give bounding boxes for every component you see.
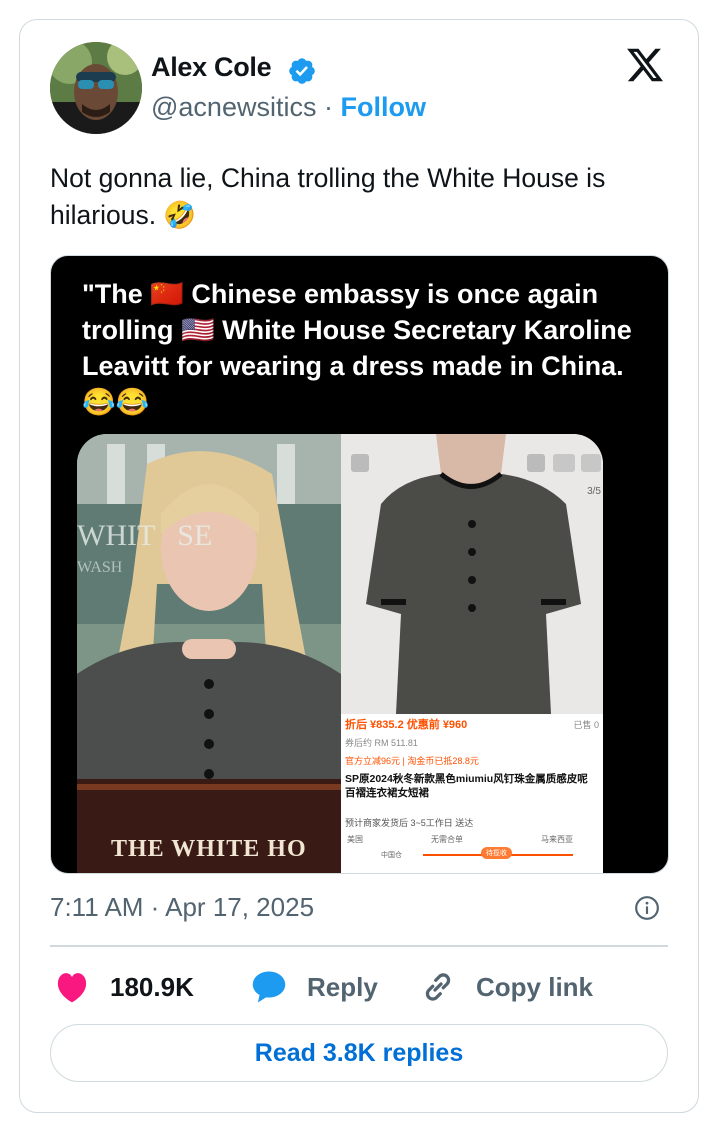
route-sub-b: 待揽收 — [481, 847, 512, 859]
reply-bubble-icon — [252, 971, 286, 1003]
follow-button[interactable]: Follow — [341, 92, 426, 122]
coupon-line: 券后约 RM 511.81 — [345, 738, 418, 748]
product-title: SP原2024秋冬新款黑色miumiu风钉珠金属质感皮呢百褶连衣裙女短裙 — [345, 773, 588, 799]
info-icon[interactable] — [634, 895, 660, 921]
author-name[interactable]: Alex Cole — [151, 52, 272, 83]
copy-link-action[interactable]: Copy link — [420, 967, 593, 1007]
sign-text-mid: WASH — [77, 559, 123, 576]
x-logo-icon[interactable] — [624, 45, 666, 85]
page-counter: 3/5 — [587, 486, 601, 497]
copy-link-label: Copy link — [476, 971, 594, 1002]
heart-icon — [57, 973, 87, 1003]
discount-line: 官方立减96元 | 淘金币已抵28.8元 — [345, 756, 479, 766]
link-icon — [425, 973, 451, 1001]
read-replies-button[interactable]: Read 3.8K replies — [50, 1024, 668, 1082]
route-origin: 美国 — [347, 835, 363, 844]
shipping-line: 预计商家发货后 3~5工作日 送达 — [345, 818, 474, 828]
like-action[interactable]: 180.9K — [54, 967, 194, 1007]
press-briefing-photo: WHIT SE WASH THE WHITE HO — [77, 434, 341, 873]
verified-badge-icon — [289, 58, 315, 84]
product-screenshot: 3/5 折后 ¥835.2 优惠前 ¥960 已售 0 券后约 RM 511.8… — [341, 434, 603, 873]
podium-text: THE WHITE HO — [111, 836, 307, 862]
author-handle[interactable]: @acnewsitics — [151, 92, 316, 122]
route-destination: 马来西亚 — [541, 835, 573, 844]
price-line: 折后 ¥835.2 优惠前 ¥960 — [345, 719, 468, 731]
route-middle: 无需合单 — [431, 835, 463, 844]
tweet-text: Not gonna lie, China trolling the White … — [50, 163, 606, 230]
like-count: 180.9K — [110, 971, 194, 1002]
tweet-media[interactable]: "The 🇨🇳 Chinese embassy is once again tr… — [50, 255, 669, 874]
author-handle-line: @acnewsitics · Follow — [151, 92, 426, 123]
sign-text-top: WHIT SE — [77, 519, 213, 552]
reply-label: Reply — [307, 971, 378, 1002]
reply-action[interactable]: Reply — [251, 967, 378, 1007]
route-sub-a: 中国仓 — [381, 852, 402, 859]
avatar[interactable] — [50, 42, 142, 134]
media-caption: "The 🇨🇳 Chinese embassy is once again tr… — [82, 279, 632, 417]
divider — [50, 945, 668, 947]
separator: · — [323, 92, 333, 122]
tweet-timestamp[interactable]: 7:11 AM · Apr 17, 2025 — [50, 892, 314, 923]
sold-count: 已售 0 — [573, 720, 599, 730]
